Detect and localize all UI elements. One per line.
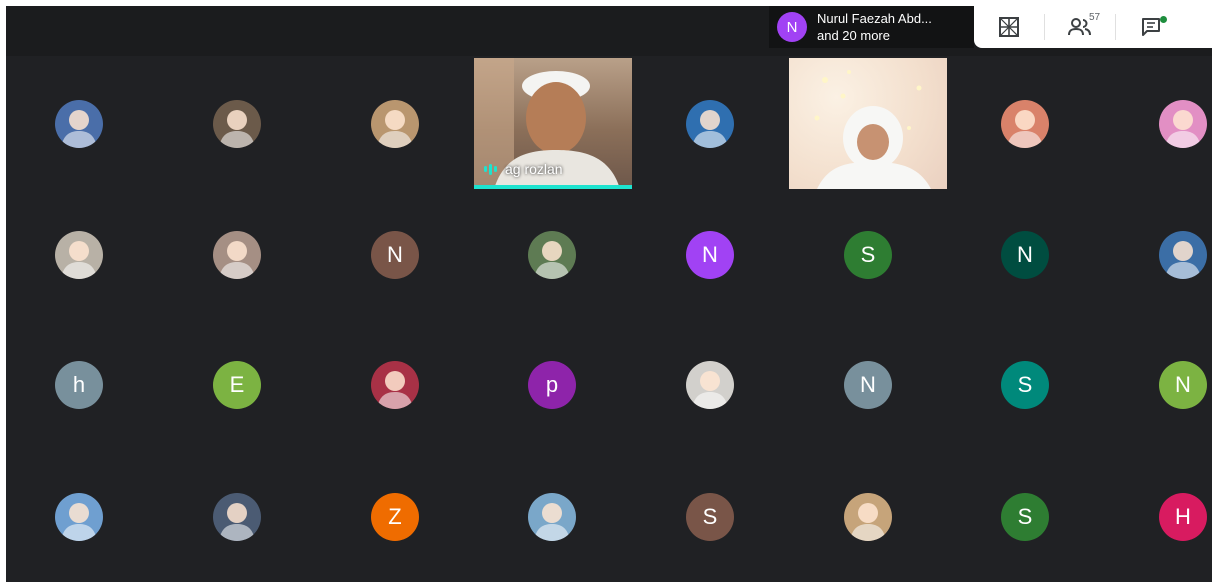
participant-avatar[interactable]: S bbox=[686, 493, 734, 541]
participants-button[interactable]: 57 bbox=[1045, 6, 1115, 48]
participant-avatar[interactable]: N bbox=[686, 231, 734, 279]
participant-photo[interactable] bbox=[1001, 100, 1049, 148]
person-photo-icon bbox=[61, 110, 97, 148]
person-photo-icon bbox=[377, 110, 413, 148]
participant-photo[interactable] bbox=[844, 493, 892, 541]
participant-photo[interactable] bbox=[528, 231, 576, 279]
participant-avatar[interactable]: S bbox=[1001, 493, 1049, 541]
person-photo-icon bbox=[219, 110, 255, 148]
layout-icon bbox=[999, 17, 1019, 37]
notification-avatar: N bbox=[777, 12, 807, 42]
meeting-stage: N Nurul Faezah Abd... and 20 more 57 ag … bbox=[6, 6, 1212, 582]
person-photo-icon bbox=[692, 371, 728, 409]
participant-photo[interactable] bbox=[55, 100, 103, 148]
participant-avatar[interactable]: H bbox=[1159, 493, 1207, 541]
participant-avatar[interactable]: N bbox=[844, 361, 892, 409]
participant-count: 57 bbox=[1089, 12, 1101, 23]
person-photo-icon bbox=[1165, 241, 1201, 279]
chat-button[interactable] bbox=[1116, 6, 1186, 48]
speaking-indicator bbox=[474, 185, 632, 189]
join-notification[interactable]: N Nurul Faezah Abd... and 20 more bbox=[769, 6, 974, 48]
participant-name: ag rozlan bbox=[505, 161, 563, 177]
participant-video[interactable]: ag rozlan bbox=[474, 58, 632, 189]
meeting-controls: 57 bbox=[974, 6, 1212, 48]
person-photo-icon bbox=[219, 241, 255, 279]
new-message-dot bbox=[1160, 16, 1167, 23]
participant-avatar[interactable]: p bbox=[528, 361, 576, 409]
person-photo-icon bbox=[61, 503, 97, 541]
person-photo-icon bbox=[1007, 110, 1043, 148]
participant-avatar[interactable]: h bbox=[55, 361, 103, 409]
participant-avatar[interactable]: Z bbox=[371, 493, 419, 541]
participant-photo[interactable] bbox=[55, 231, 103, 279]
person-photo-icon bbox=[692, 110, 728, 148]
participant-photo[interactable] bbox=[1159, 231, 1207, 279]
participant-video[interactable] bbox=[789, 58, 947, 189]
participant-silhouette bbox=[814, 70, 931, 189]
participant-avatar[interactable]: N bbox=[371, 231, 419, 279]
participant-avatar[interactable]: E bbox=[213, 361, 261, 409]
participant-photo[interactable] bbox=[371, 361, 419, 409]
participant-avatar[interactable]: N bbox=[1159, 361, 1207, 409]
participant-avatar[interactable]: S bbox=[844, 231, 892, 279]
participant-photo[interactable] bbox=[213, 100, 261, 148]
layout-button[interactable] bbox=[974, 6, 1044, 48]
audio-wave-icon bbox=[484, 163, 497, 175]
participant-photo[interactable] bbox=[528, 493, 576, 541]
person-photo-icon bbox=[534, 241, 570, 279]
person-photo-icon bbox=[377, 371, 413, 409]
participant-photo[interactable] bbox=[371, 100, 419, 148]
participant-photo[interactable] bbox=[55, 493, 103, 541]
participant-photo[interactable] bbox=[1159, 100, 1207, 148]
person-photo-icon bbox=[219, 503, 255, 541]
participant-avatar[interactable]: S bbox=[1001, 361, 1049, 409]
person-photo-icon bbox=[534, 503, 570, 541]
video-name-label: ag rozlan bbox=[484, 161, 563, 177]
participant-photo[interactable] bbox=[686, 100, 734, 148]
participant-photo[interactable] bbox=[213, 493, 261, 541]
participant-photo[interactable] bbox=[686, 361, 734, 409]
participant-avatar[interactable]: N bbox=[1001, 231, 1049, 279]
top-bar: N Nurul Faezah Abd... and 20 more 57 bbox=[6, 6, 1212, 56]
notification-more: and 20 more bbox=[817, 28, 890, 43]
participant-photo[interactable] bbox=[213, 231, 261, 279]
chat-icon bbox=[1142, 18, 1160, 36]
person-photo-icon bbox=[61, 241, 97, 279]
notification-name: Nurul Faezah Abd... bbox=[817, 11, 932, 26]
person-photo-icon bbox=[850, 503, 886, 541]
person-photo-icon bbox=[1165, 110, 1201, 148]
